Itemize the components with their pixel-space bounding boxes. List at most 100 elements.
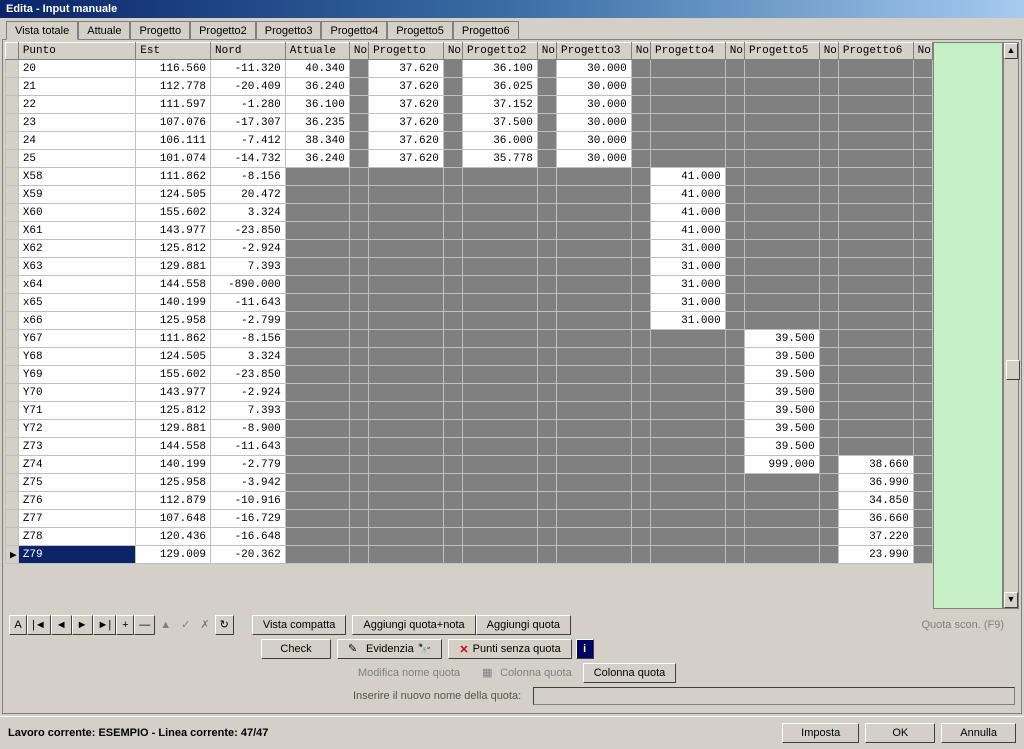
cell[interactable] — [631, 366, 650, 384]
cell[interactable] — [631, 78, 650, 96]
cell[interactable] — [725, 150, 744, 168]
cell[interactable]: 37.500 — [463, 114, 538, 132]
cell[interactable] — [631, 186, 650, 204]
cell[interactable] — [6, 348, 19, 366]
cell[interactable] — [725, 60, 744, 78]
cell[interactable] — [650, 402, 725, 420]
cell[interactable] — [443, 510, 462, 528]
cell[interactable]: 41.000 — [650, 204, 725, 222]
cell[interactable] — [819, 492, 838, 510]
cell[interactable]: 112.778 — [136, 78, 211, 96]
nav-button-5[interactable]: + — [116, 615, 134, 635]
cell[interactable] — [819, 258, 838, 276]
col-header[interactable]: Attuale — [285, 43, 349, 60]
cell[interactable]: -16.729 — [211, 510, 286, 528]
cell[interactable] — [463, 186, 538, 204]
cell[interactable] — [913, 240, 932, 258]
cell[interactable] — [725, 528, 744, 546]
cell[interactable]: 125.812 — [136, 402, 211, 420]
cell[interactable]: 111.862 — [136, 168, 211, 186]
cell[interactable] — [443, 240, 462, 258]
cell[interactable]: -2.924 — [211, 240, 286, 258]
cell[interactable] — [819, 114, 838, 132]
cell[interactable] — [819, 96, 838, 114]
cell[interactable] — [913, 438, 932, 456]
cell[interactable]: 20.472 — [211, 186, 286, 204]
cell[interactable]: 23 — [18, 114, 135, 132]
cell[interactable] — [631, 510, 650, 528]
cell[interactable]: 116.560 — [136, 60, 211, 78]
cell[interactable] — [744, 546, 819, 564]
cell[interactable]: 129.881 — [136, 258, 211, 276]
cell[interactable] — [913, 294, 932, 312]
cell[interactable] — [369, 528, 444, 546]
col-header[interactable]: Progetto6 — [838, 43, 913, 60]
cell[interactable] — [443, 168, 462, 186]
cell[interactable] — [537, 438, 556, 456]
cell[interactable] — [285, 492, 349, 510]
cell[interactable] — [838, 60, 913, 78]
cell[interactable]: 36.100 — [285, 96, 349, 114]
cell[interactable]: Z73 — [18, 438, 135, 456]
cell[interactable] — [650, 366, 725, 384]
cell[interactable]: 23.990 — [838, 546, 913, 564]
cell[interactable]: 125.958 — [136, 312, 211, 330]
cell[interactable] — [631, 312, 650, 330]
cell[interactable] — [838, 420, 913, 438]
cell[interactable] — [6, 492, 19, 510]
cell[interactable] — [369, 546, 444, 564]
ok-button[interactable]: OK — [865, 723, 935, 743]
cell[interactable] — [819, 60, 838, 78]
cell[interactable]: 140.199 — [136, 294, 211, 312]
cell[interactable] — [537, 222, 556, 240]
cell[interactable] — [6, 150, 19, 168]
cell[interactable] — [369, 294, 444, 312]
cell[interactable]: 36.240 — [285, 78, 349, 96]
cell[interactable] — [650, 150, 725, 168]
cell[interactable] — [631, 60, 650, 78]
cell[interactable] — [443, 96, 462, 114]
cell[interactable] — [631, 96, 650, 114]
cell[interactable] — [838, 294, 913, 312]
cell[interactable]: Y67 — [18, 330, 135, 348]
col-header[interactable]: Progetto4 — [650, 43, 725, 60]
cell[interactable] — [744, 294, 819, 312]
cell[interactable] — [443, 456, 462, 474]
cell[interactable]: X60 — [18, 204, 135, 222]
tab-progetto[interactable]: Progetto — [130, 21, 190, 40]
cell[interactable] — [631, 240, 650, 258]
cell[interactable] — [631, 438, 650, 456]
cell[interactable] — [725, 186, 744, 204]
cell[interactable] — [6, 258, 19, 276]
cell[interactable] — [443, 492, 462, 510]
cell[interactable] — [369, 240, 444, 258]
cell[interactable]: 39.500 — [744, 384, 819, 402]
cell[interactable] — [631, 384, 650, 402]
cell[interactable] — [650, 510, 725, 528]
cell[interactable]: Z76 — [18, 492, 135, 510]
cell[interactable] — [650, 60, 725, 78]
cell[interactable] — [443, 366, 462, 384]
cell[interactable] — [557, 348, 632, 366]
nav-button-10[interactable]: ↻ — [215, 615, 234, 635]
cell[interactable] — [537, 204, 556, 222]
cell[interactable] — [285, 510, 349, 528]
cell[interactable] — [463, 168, 538, 186]
cell[interactable] — [744, 258, 819, 276]
cell[interactable]: 999.000 — [744, 456, 819, 474]
cell[interactable] — [725, 312, 744, 330]
cell[interactable] — [744, 222, 819, 240]
cell[interactable] — [463, 420, 538, 438]
tab-progetto5[interactable]: Progetto5 — [387, 21, 453, 40]
cell[interactable] — [557, 420, 632, 438]
cell[interactable]: 41.000 — [650, 168, 725, 186]
cell[interactable]: 40.340 — [285, 60, 349, 78]
col-header[interactable]: No — [443, 43, 462, 60]
cell[interactable] — [6, 330, 19, 348]
vertical-scrollbar[interactable]: ▲ ▼ — [1003, 42, 1019, 609]
evidenzia-button[interactable]: ✎ Evidenzia 🔭 — [337, 639, 442, 659]
cell[interactable] — [557, 168, 632, 186]
cell[interactable] — [463, 510, 538, 528]
cell[interactable] — [631, 402, 650, 420]
col-header[interactable]: No — [537, 43, 556, 60]
